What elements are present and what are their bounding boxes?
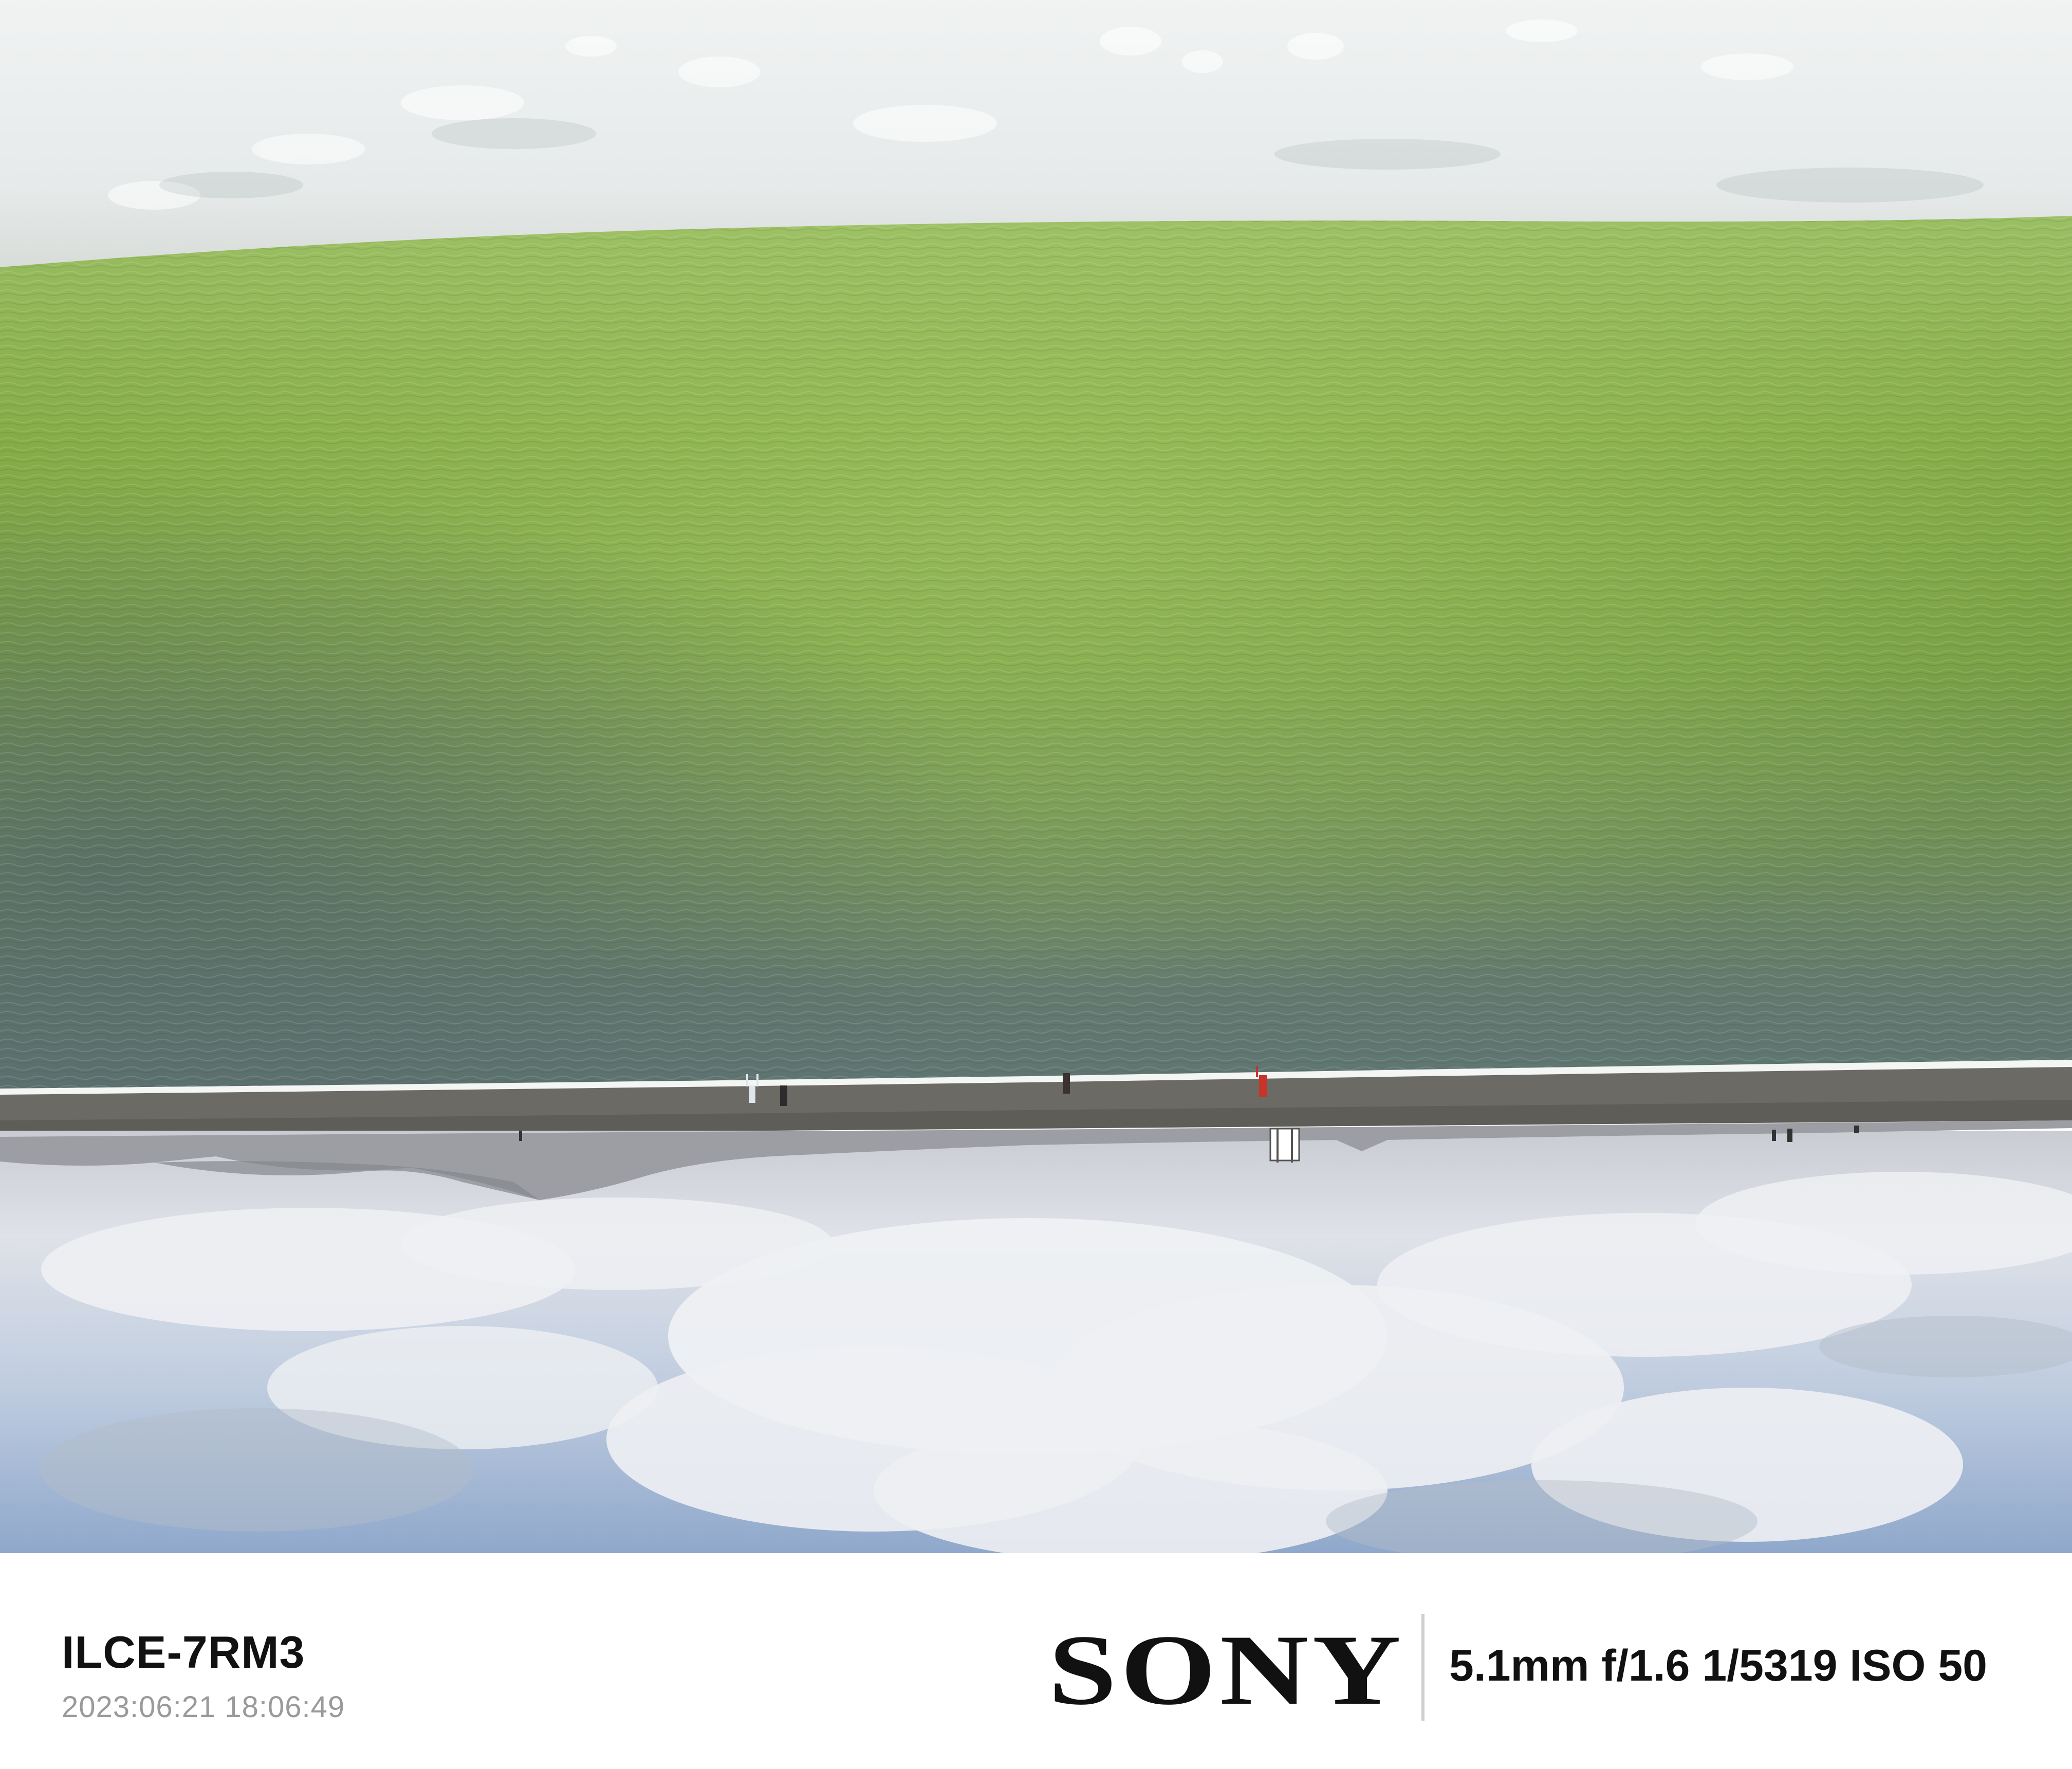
capture-timestamp: 2023:06:21 18:06:49 (62, 1690, 345, 1724)
exif-settings: 5.1mm f/1.6 1/5319 ISO 50 (1449, 1641, 1987, 1690)
divider (1421, 1614, 1424, 1721)
camera-model-label: ILCE-7RM3 (62, 1627, 305, 1678)
landscape-photo (0, 0, 2072, 1553)
photo-frame: ILCE-7RM3 2023:06:21 18:06:49 SONY 5.1mm… (0, 0, 2072, 1769)
sony-logo: SONY (1048, 1614, 1405, 1726)
watermark-bar: ILCE-7RM3 2023:06:21 18:06:49 SONY 5.1mm… (0, 1553, 2072, 1769)
sign-board (1269, 1128, 1300, 1163)
